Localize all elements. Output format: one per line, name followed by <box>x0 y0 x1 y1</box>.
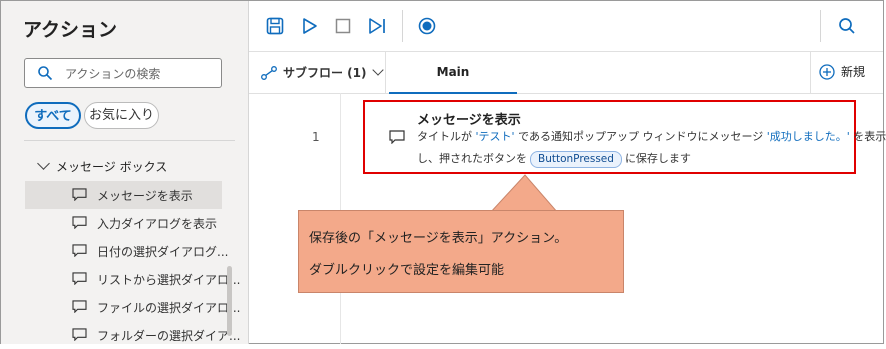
toolbar-divider <box>820 10 821 42</box>
message-icon <box>72 300 87 313</box>
chevron-down-icon <box>371 64 384 76</box>
message-icon <box>72 272 87 285</box>
divider <box>24 140 235 141</box>
action-item-label: リストから選択ダイアロ... <box>97 273 241 287</box>
desc-message-value: '成功しました。' <box>766 130 850 143</box>
message-icon <box>72 244 87 257</box>
toolbar <box>249 1 883 52</box>
callout-annotation: 保存後の「メッセージを表示」アクション。 ダブルクリックで設定を編集可能 <box>298 210 624 293</box>
new-label: 新規 <box>841 65 866 79</box>
subflow-label: サブフロー (1) <box>283 66 367 80</box>
action-list: メッセージを表示 入力ダイアログを表示 日付の選択ダイアログ... リストから選… <box>25 181 240 349</box>
subflow-icon <box>261 66 277 80</box>
flow-action-show-message[interactable]: メッセージを表示 タイトルが 'テスト' である通知ポップアップ ウィンドウにメ… <box>363 100 886 174</box>
message-icon <box>389 130 405 144</box>
action-item-label: 入力ダイアログを表示 <box>97 217 218 231</box>
stop-icon[interactable] <box>333 16 353 36</box>
desc-text: を表示 <box>853 130 886 143</box>
action-item-folder-dialog[interactable]: フォルダーの選択ダイア... <box>25 321 240 349</box>
desc-text: し、押されたボタンを <box>417 152 527 165</box>
message-icon <box>72 328 87 341</box>
action-item-label: ファイルの選択ダイアロ... <box>97 301 241 315</box>
action-title: メッセージを表示 <box>417 113 521 128</box>
action-description-line1: タイトルが 'テスト' である通知ポップアップ ウィンドウにメッセージ '成功し… <box>417 128 886 144</box>
subflow-dropdown[interactable]: サブフロー (1) <box>261 64 384 81</box>
save-icon[interactable] <box>265 16 285 36</box>
action-description-line2: し、押されたボタンを ButtonPressed に保存します <box>417 150 691 168</box>
actions-panel: アクション アクションの検索 すべて お気に入り メッセージ ボックス メッセー… <box>1 1 249 344</box>
action-item-show-message[interactable]: メッセージを表示 <box>25 181 222 209</box>
search-placeholder: アクションの検索 <box>65 67 161 81</box>
variable-chip[interactable]: ButtonPressed <box>530 151 622 168</box>
action-item-list-dialog[interactable]: リストから選択ダイアロ... <box>25 265 240 293</box>
filter-all-tab[interactable]: すべて <box>25 102 81 129</box>
line-number: 1 <box>312 130 320 144</box>
add-circle-icon <box>819 64 835 80</box>
search-icon <box>38 66 53 81</box>
action-search-input[interactable]: アクションの検索 <box>24 58 222 88</box>
tab-divider <box>385 52 386 93</box>
group-label: メッセージ ボックス <box>56 160 168 174</box>
desc-text: タイトルが <box>417 130 472 143</box>
tab-divider <box>810 52 811 93</box>
run-icon[interactable] <box>299 16 319 36</box>
callout-line1: 保存後の「メッセージを表示」アクション。 <box>309 231 568 246</box>
actions-panel-title: アクション <box>23 19 118 41</box>
action-item-file-dialog[interactable]: ファイルの選択ダイアロ... <box>25 293 240 321</box>
callout-line2: ダブルクリックで設定を編集可能 <box>309 263 505 278</box>
message-icon <box>72 216 87 229</box>
desc-title-value: 'テスト' <box>475 130 515 143</box>
filter-favorites-tab[interactable]: お気に入り <box>84 102 159 129</box>
action-item-label: メッセージを表示 <box>97 189 193 203</box>
group-message-boxes[interactable]: メッセージ ボックス <box>37 157 168 175</box>
desc-text: である通知ポップアップ ウィンドウにメッセージ <box>518 130 764 143</box>
new-subflow-button[interactable]: 新規 <box>819 63 865 80</box>
toolbar-divider <box>402 10 403 42</box>
step-icon[interactable] <box>367 16 387 36</box>
tab-main[interactable]: Main <box>389 52 517 94</box>
action-item-date-dialog[interactable]: 日付の選択ダイアログ... <box>25 237 228 265</box>
chevron-down-icon <box>37 157 50 170</box>
desc-text: に保存します <box>624 152 691 165</box>
scrollbar[interactable] <box>227 266 232 336</box>
search-icon[interactable] <box>837 16 857 36</box>
message-icon <box>72 188 87 201</box>
action-item-input-dialog[interactable]: 入力ダイアログを表示 <box>25 209 222 237</box>
record-icon[interactable] <box>417 16 437 36</box>
action-item-label: 日付の選択ダイアログ... <box>97 245 229 259</box>
action-item-label: フォルダーの選択ダイア... <box>97 329 241 343</box>
callout-pointer <box>489 174 559 213</box>
tab-row: サブフロー (1) Main 新規 <box>249 52 883 94</box>
